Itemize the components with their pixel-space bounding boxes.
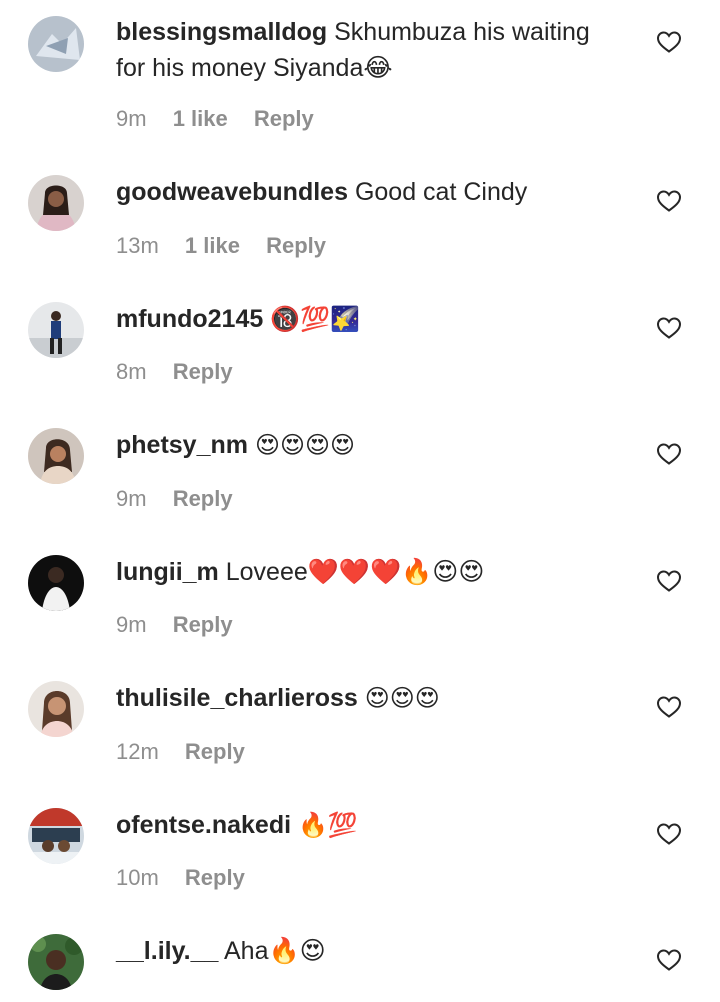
heart-outline-icon[interactable] [656, 948, 682, 972]
comment-username[interactable]: blessingsmalldog [116, 18, 327, 46]
avatar[interactable] [28, 16, 84, 72]
comment-body: blessingsmalldog Skhumbuza his waiting f… [116, 14, 620, 86]
comment-text: Aha🔥😍 [223, 937, 326, 965]
comment-meta: 9m 1 like Reply [116, 106, 334, 132]
heart-outline-icon[interactable] [656, 30, 682, 54]
comment-body: goodweavebundles Good cat Cindy [116, 174, 620, 210]
avatar[interactable] [28, 681, 84, 737]
avatar[interactable] [28, 428, 84, 484]
comment-text: 🔥💯 [298, 811, 358, 839]
comment-text: Loveee❤️❤️❤️🔥😍😍 [225, 558, 485, 586]
comment-body: thulisile_charlieross 😍😍😍 [116, 680, 620, 716]
comment-meta: 9m Reply [116, 486, 253, 512]
comment-username[interactable]: ofentse.nakedi [116, 811, 291, 839]
heart-outline-icon[interactable] [656, 695, 682, 719]
heart-outline-icon[interactable] [656, 822, 682, 846]
heart-outline-icon[interactable] [656, 316, 682, 340]
comment-username[interactable]: lungii_m [116, 558, 219, 586]
comment-time: 13m [116, 233, 159, 258]
comment-likes[interactable]: 1 like [185, 233, 240, 258]
heart-outline-icon[interactable] [656, 442, 682, 466]
comment-username[interactable]: __l.ily.__ [116, 937, 218, 965]
comment-text: 😍😍😍😍 [254, 431, 356, 459]
reply-button[interactable]: Reply [185, 865, 245, 890]
comment-text: 🔞💯🌠 [270, 305, 360, 333]
avatar[interactable] [28, 808, 84, 864]
avatar[interactable] [28, 555, 84, 611]
comment-body: ofentse.nakedi 🔥💯 [116, 807, 620, 843]
heart-outline-icon[interactable] [656, 189, 682, 213]
comment-meta: 10m Reply [116, 865, 265, 891]
comment-username[interactable]: phetsy_nm [116, 431, 248, 459]
comment-body: lungii_m Loveee❤️❤️❤️🔥😍😍 [116, 554, 620, 590]
reply-button[interactable]: Reply [185, 739, 245, 764]
comment-time: 9m [116, 486, 147, 511]
comment-time: 9m [116, 106, 147, 131]
comment-body: phetsy_nm 😍😍😍😍 [116, 427, 620, 463]
reply-button[interactable]: Reply [173, 612, 233, 637]
comment-meta: 9m Reply [116, 612, 253, 638]
comment-meta: 13m 1 like Reply [116, 233, 346, 259]
comment-username[interactable]: thulisile_charlieross [116, 684, 358, 712]
heart-outline-icon[interactable] [656, 569, 682, 593]
comment-body: mfundo2145 🔞💯🌠 [116, 301, 620, 337]
comment-text: 😍😍😍 [364, 684, 440, 712]
comment-time: 8m [116, 359, 147, 384]
comment-time: 9m [116, 612, 147, 637]
comment-text: Good cat Cindy [354, 178, 528, 206]
avatar[interactable] [28, 175, 84, 231]
reply-button[interactable]: Reply [173, 359, 233, 384]
avatar[interactable] [28, 934, 84, 990]
comment-username[interactable]: goodweavebundles [116, 178, 348, 206]
reply-button[interactable]: Reply [254, 106, 314, 131]
avatar[interactable] [28, 302, 84, 358]
comment-username[interactable]: mfundo2145 [116, 305, 263, 333]
reply-button[interactable]: Reply [266, 233, 326, 258]
comment-body: __l.ily.__ Aha🔥😍 [116, 933, 620, 969]
comment-time: 10m [116, 865, 159, 890]
comment-meta: 12m Reply [116, 739, 265, 765]
comment-meta: 8m Reply [116, 359, 253, 385]
reply-button[interactable]: Reply [173, 486, 233, 511]
comment-time: 12m [116, 739, 159, 764]
comment-likes[interactable]: 1 like [173, 106, 228, 131]
